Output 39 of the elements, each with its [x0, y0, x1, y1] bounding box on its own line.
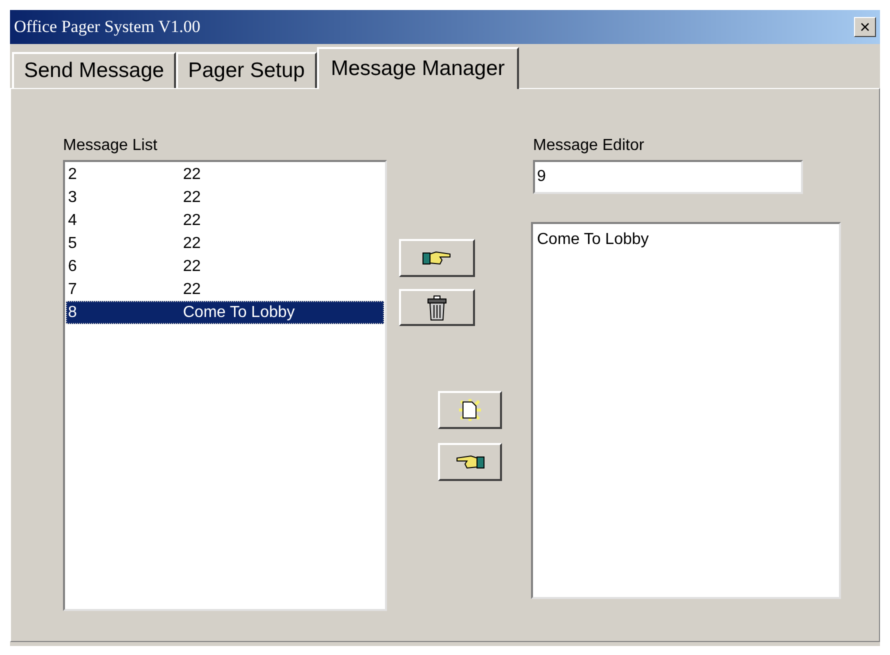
send-button[interactable]: [399, 239, 475, 277]
hand-pointing-right-icon: [422, 249, 452, 267]
message-text: 22: [183, 256, 201, 276]
list-row[interactable]: 8 Come To Lobby: [66, 301, 384, 324]
message-number: 6: [67, 256, 78, 276]
message-number: 5: [67, 234, 78, 254]
message-listbox[interactable]: 2 22 3 22 4 22 5 22 6 22 7 22 8 Come To Lobby: [63, 160, 387, 611]
tab[interactable]: Message Manager: [316, 47, 519, 89]
message-text: 22: [183, 188, 201, 208]
list-row[interactable]: 4 22: [66, 209, 384, 232]
list-row[interactable]: 5 22: [66, 232, 384, 255]
list-row[interactable]: 3 22: [66, 186, 384, 209]
editor-label: Message Editor: [533, 136, 646, 156]
message-number: 8: [67, 302, 78, 322]
load-button[interactable]: [438, 443, 502, 481]
list-label: Message List: [63, 136, 158, 156]
message-text-area[interactable]: Come To Lobby: [531, 222, 841, 599]
message-text: 22: [183, 280, 201, 300]
message-text: 22: [183, 164, 201, 184]
trash-can-icon: [427, 294, 447, 320]
message-text: 22: [183, 210, 201, 230]
message-text: 22: [183, 234, 201, 254]
delete-button[interactable]: [399, 289, 475, 326]
tab[interactable]: Send Message: [12, 52, 176, 88]
message-text: Come To Lobby: [183, 302, 295, 322]
hand-pointing-left-icon: [455, 453, 485, 471]
new-document-icon: [458, 398, 482, 422]
tab[interactable]: Pager Setup: [176, 52, 317, 88]
number-field[interactable]: 9: [533, 160, 803, 194]
close-button[interactable]: ×: [854, 17, 876, 37]
window-title: Office Pager System V1.00: [14, 16, 200, 38]
message-number: 3: [67, 188, 78, 208]
list-row[interactable]: 6 22: [66, 255, 384, 278]
message-number: 4: [67, 210, 78, 230]
list-row[interactable]: 7 22: [66, 278, 384, 301]
list-row[interactable]: 2 22: [66, 163, 384, 186]
new-message-button[interactable]: [438, 391, 502, 429]
message-number: 2: [67, 164, 78, 184]
message-number: 7: [67, 280, 78, 300]
